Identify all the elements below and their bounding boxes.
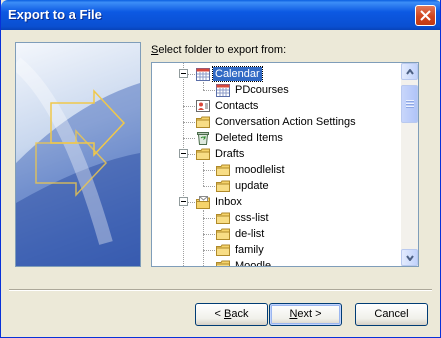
back-button[interactable]: < Back — [195, 303, 268, 326]
tree-item[interactable]: css-list — [152, 210, 401, 226]
tree-item[interactable]: moodlelist — [152, 162, 401, 178]
tree-item-label: Contacts — [215, 100, 259, 112]
chevron-up-icon — [406, 69, 414, 75]
close-button[interactable] — [415, 5, 436, 26]
folder-icon — [195, 146, 211, 162]
tree-item[interactable]: Calendar — [152, 66, 401, 82]
folder-icon — [215, 226, 231, 242]
tree-connector-line — [203, 234, 215, 235]
tree-connector-line — [203, 170, 215, 171]
folder-icon — [215, 258, 231, 266]
chevron-down-icon — [406, 255, 414, 261]
thumb-grip — [406, 106, 414, 108]
folder-prompt-label: Select folder to export from: — [151, 44, 287, 56]
tree-connector-line — [183, 138, 195, 139]
tree-item[interactable]: Contacts — [152, 98, 401, 114]
tree-item-label: css-list — [235, 212, 269, 224]
thumb-grip — [406, 103, 414, 105]
tree-item-label: PDcourses — [235, 84, 289, 96]
tree-item-label: moodlelist — [235, 164, 285, 176]
tree-connector-line — [203, 186, 215, 187]
inbox-icon — [195, 194, 211, 210]
tree-item[interactable]: Inbox — [152, 194, 401, 210]
scroll-thumb[interactable] — [401, 85, 418, 123]
tree-connector-line — [203, 250, 215, 251]
next-button[interactable]: Next > — [269, 303, 342, 326]
close-icon — [420, 10, 431, 21]
tree-item[interactable]: Deleted Items — [152, 130, 401, 146]
tree-item[interactable]: Moodle — [152, 258, 401, 267]
tree-item-label: update — [235, 180, 269, 192]
folder-tree[interactable]: Calendar PDcourses Contacts Conversation Ac… — [151, 62, 419, 267]
tree-connector-line — [203, 90, 215, 91]
tree-connector-line — [183, 106, 195, 107]
window-title: Export to a File — [8, 7, 102, 22]
tree-connector-line — [203, 218, 215, 219]
tree-item-label: family — [235, 244, 264, 256]
tree-item-label: Drafts — [215, 148, 245, 160]
tree-item[interactable]: de-list — [152, 226, 401, 242]
tree-item-label: Conversation Action Settings — [215, 116, 356, 128]
tree-item-label: Inbox — [215, 196, 242, 208]
collapse-toggle-icon[interactable] — [179, 149, 188, 158]
wizard-banner-image — [15, 42, 141, 267]
tree-item-label: Calendar — [212, 66, 263, 82]
calendar-icon — [195, 66, 211, 82]
folder-icon — [215, 178, 231, 194]
tree-connector-line — [183, 122, 195, 123]
tree-item[interactable]: update — [152, 178, 401, 194]
tree-item[interactable]: Drafts — [152, 146, 401, 162]
vertical-scrollbar[interactable] — [401, 63, 418, 266]
title-bar[interactable]: Export to a File — [1, 0, 440, 30]
collapse-toggle-icon[interactable] — [179, 197, 188, 206]
separator — [9, 289, 432, 291]
collapse-toggle-icon[interactable] — [179, 69, 188, 78]
tree-connector-line — [203, 266, 215, 267]
scroll-down-button[interactable] — [401, 249, 418, 266]
calendar-icon — [215, 82, 231, 98]
export-dialog: Export to a File Select folder to export… — [0, 0, 441, 338]
cancel-button[interactable]: Cancel — [355, 303, 428, 326]
folder-icon — [195, 114, 211, 130]
tree-item[interactable]: PDcourses — [152, 82, 401, 98]
tree-item[interactable]: Conversation Action Settings — [152, 114, 401, 130]
deleted-items-icon — [195, 130, 211, 146]
folder-icon — [215, 162, 231, 178]
folder-icon — [215, 210, 231, 226]
tree-item-label: de-list — [235, 228, 265, 240]
scroll-up-button[interactable] — [401, 63, 418, 80]
contacts-icon — [195, 98, 211, 114]
folder-icon — [215, 242, 231, 258]
tree-item-label: Deleted Items — [215, 132, 283, 144]
tree-item[interactable]: family — [152, 242, 401, 258]
thumb-grip — [406, 100, 414, 102]
tree-item-label: Moodle — [235, 260, 272, 267]
